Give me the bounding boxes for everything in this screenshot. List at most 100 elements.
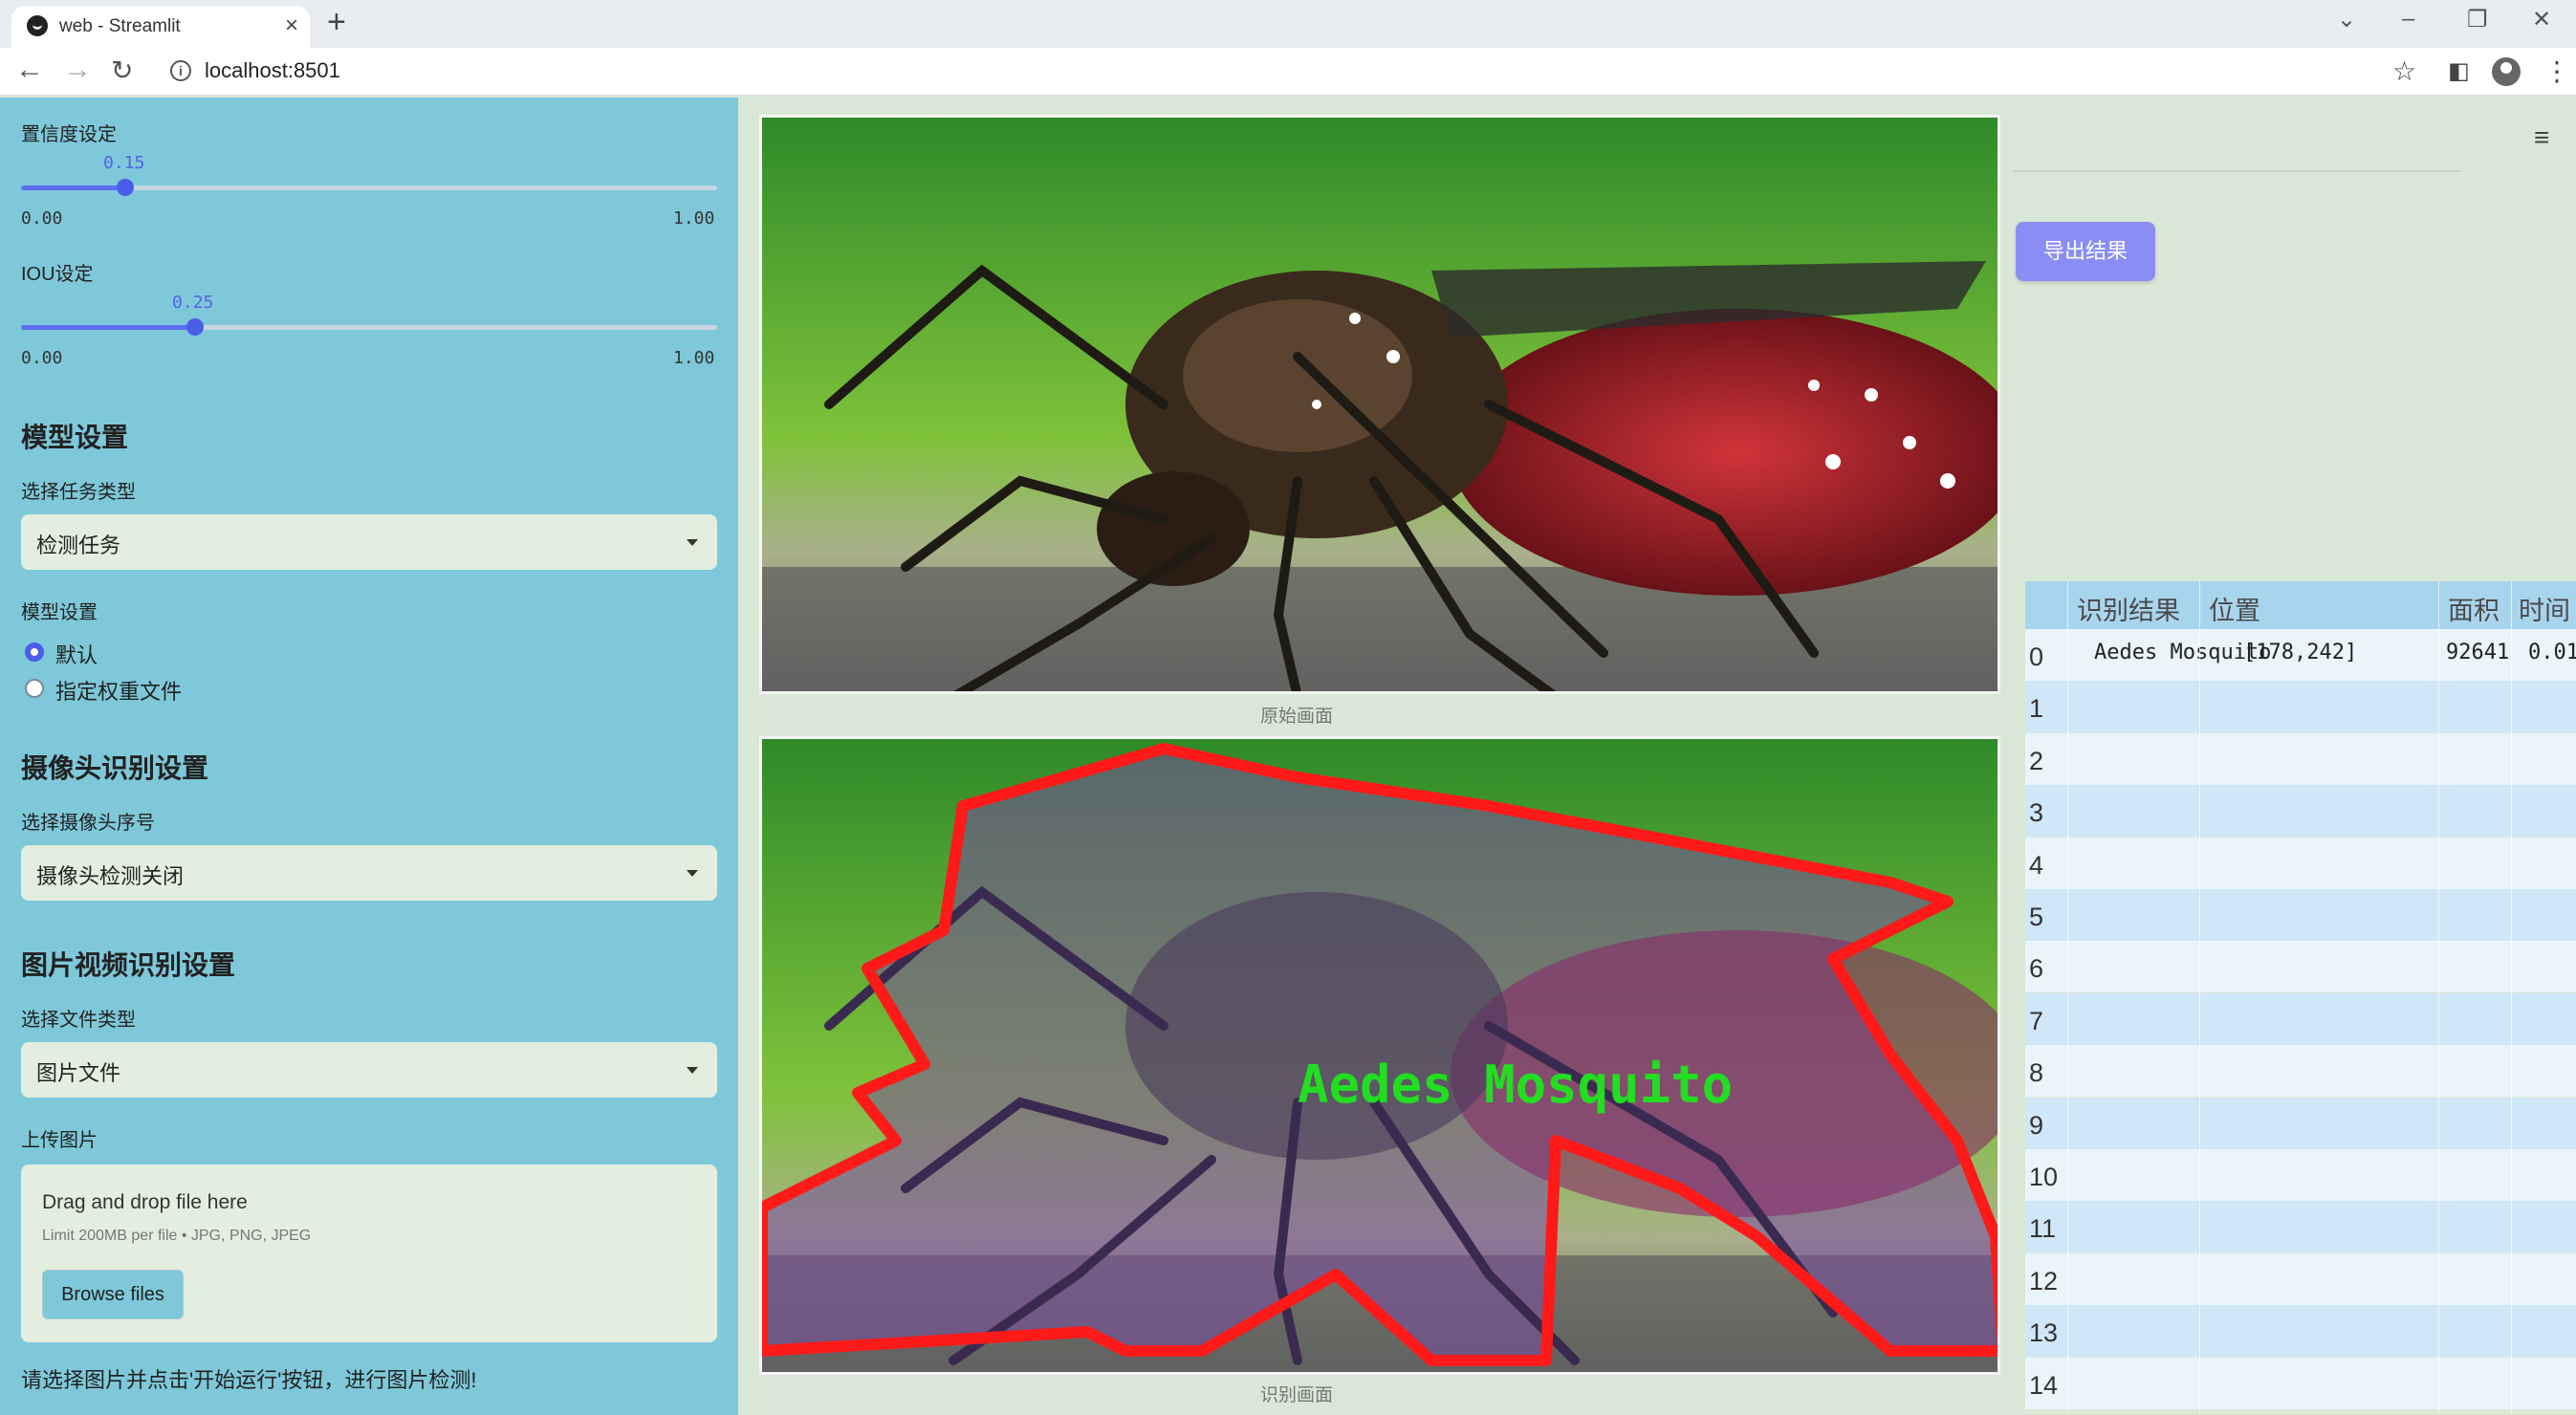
confidence-max: 1.00 bbox=[673, 208, 715, 229]
task-type-label: 选择任务类型 bbox=[21, 482, 136, 503]
table-row[interactable]: 7 bbox=[2025, 992, 2576, 1045]
table-row[interactable]: 0 Aedes Mosquito [178,242] 92641 0.01 bbox=[2025, 629, 2576, 681]
sidebar: 置信度设定 0.15 0.00 1.00 IOU设定 0.25 0.00 1.0… bbox=[0, 98, 738, 1415]
confidence-label: 置信度设定 bbox=[21, 124, 117, 145]
table-row[interactable]: 13 bbox=[2025, 1305, 2576, 1358]
row-index: 14 bbox=[2029, 1370, 2059, 1400]
table-row[interactable]: 5 bbox=[2025, 889, 2576, 941]
camera-index-select[interactable]: 摄像头检测关闭 bbox=[21, 845, 717, 901]
radio-custom-weights-label: 指定权重文件 bbox=[55, 680, 183, 704]
table-row[interactable]: 11 bbox=[2025, 1201, 2576, 1253]
row-index: 6 bbox=[2029, 954, 2044, 984]
iou-slider[interactable] bbox=[21, 318, 717, 336]
detection-label: Aedes Mosquito bbox=[1298, 1055, 1733, 1115]
chevron-down-icon bbox=[687, 1067, 698, 1074]
file-dropzone[interactable]: Drag and drop file here Limit 200MB per … bbox=[21, 1165, 717, 1342]
th-time[interactable]: 时间 bbox=[2519, 590, 2570, 627]
row-index: 11 bbox=[2029, 1214, 2057, 1244]
browse-files-button[interactable]: Browse files bbox=[42, 1270, 184, 1319]
side-panel-icon[interactable]: ◧ bbox=[2448, 57, 2470, 85]
confidence-slider-fill bbox=[21, 185, 126, 190]
camera-index-value: 摄像头检测关闭 bbox=[36, 864, 185, 888]
table-row[interactable]: 12 bbox=[2025, 1252, 2576, 1305]
hint-text: 请选择图片并点击'开始运行'按钮，进行图片检测! bbox=[21, 1368, 477, 1392]
export-results-button[interactable]: 导出结果 bbox=[2016, 222, 2155, 281]
table-row[interactable]: 2 bbox=[2025, 732, 2576, 785]
restore-icon[interactable]: ❐ bbox=[2467, 6, 2488, 33]
table-row[interactable]: 3 bbox=[2025, 785, 2576, 838]
task-type-value: 检测任务 bbox=[36, 533, 121, 557]
bookmark-star-icon[interactable]: ☆ bbox=[2392, 55, 2416, 87]
forward-icon[interactable]: → bbox=[63, 54, 92, 86]
confidence-slider[interactable] bbox=[21, 179, 717, 196]
file-section-title: 图片视频识别设置 bbox=[21, 950, 236, 980]
iou-value: 0.25 bbox=[172, 293, 214, 313]
cell-area: 92641 bbox=[2446, 641, 2510, 664]
browser-tab[interactable]: web - Streamlit × bbox=[11, 6, 310, 48]
iou-min: 0.00 bbox=[21, 348, 63, 368]
dropzone-limit: Limit 200MB per file • JPG, PNG, JPEG bbox=[42, 1228, 312, 1244]
camera-index-label: 选择摄像头序号 bbox=[21, 813, 155, 834]
iou-max: 1.00 bbox=[673, 348, 715, 368]
radio-default[interactable] bbox=[25, 642, 44, 662]
hamburger-menu-icon[interactable]: ≡ bbox=[2534, 122, 2549, 153]
close-window-icon[interactable]: ✕ bbox=[2532, 6, 2551, 33]
table-row[interactable]: 10 bbox=[2025, 1149, 2576, 1201]
file-type-select[interactable]: 图片文件 bbox=[21, 1042, 717, 1098]
result-image-caption: 识别画面 bbox=[1260, 1385, 1334, 1405]
table-row[interactable]: 1 bbox=[2025, 681, 2576, 733]
task-type-select[interactable]: 检测任务 bbox=[21, 514, 717, 570]
column-separator bbox=[2438, 581, 2439, 1413]
browser-toolbar: ← → ↻ i localhost:8501 ☆ ◧ ⋮ bbox=[0, 48, 2576, 96]
chevron-down-icon bbox=[687, 870, 698, 877]
th-result[interactable]: 识别结果 bbox=[2077, 590, 2180, 627]
minimize-icon[interactable]: – bbox=[2402, 6, 2414, 33]
file-type-value: 图片文件 bbox=[36, 1061, 121, 1085]
column-separator bbox=[2511, 581, 2512, 1413]
row-index: 10 bbox=[2029, 1163, 2059, 1191]
table-row[interactable]: 9 bbox=[2025, 1097, 2576, 1149]
original-image-caption: 原始画面 bbox=[1260, 707, 1334, 727]
th-position[interactable]: 位置 bbox=[2209, 590, 2260, 627]
site-info-icon[interactable]: i bbox=[170, 60, 191, 81]
radio-default-label: 默认 bbox=[55, 643, 98, 667]
radio-custom-weights[interactable] bbox=[25, 679, 44, 698]
tab-search-chevron-icon[interactable]: ⌄ bbox=[2337, 6, 2356, 33]
iou-slider-thumb[interactable] bbox=[186, 318, 204, 336]
confidence-slider-thumb[interactable] bbox=[117, 179, 135, 196]
iou-slider-fill bbox=[21, 325, 195, 330]
tab-title: web - Streamlit bbox=[59, 16, 181, 36]
column-separator bbox=[2067, 581, 2068, 1413]
table-row[interactable]: 6 bbox=[2025, 941, 2576, 993]
row-index: 13 bbox=[2029, 1318, 2059, 1348]
profile-avatar[interactable] bbox=[2492, 57, 2521, 86]
dropzone-title: Drag and drop file here bbox=[42, 1191, 248, 1213]
row-index: 7 bbox=[2029, 1006, 2044, 1035]
browser-menu-icon[interactable]: ⋮ bbox=[2543, 55, 2570, 87]
model-section-title: 模型设置 bbox=[21, 423, 129, 452]
model-setting-label: 模型设置 bbox=[21, 602, 98, 623]
cell-position: [178,242] bbox=[2243, 641, 2358, 664]
row-index: 5 bbox=[2029, 903, 2044, 931]
result-image: Aedes Mosquito bbox=[759, 736, 2000, 1375]
table-row[interactable]: 8 bbox=[2025, 1045, 2576, 1098]
confidence-min: 0.00 bbox=[21, 208, 63, 229]
tab-close-icon[interactable]: × bbox=[285, 12, 298, 39]
results-table-header: 识别结果 位置 面积 时间 bbox=[2025, 581, 2576, 629]
th-area[interactable]: 面积 bbox=[2448, 590, 2500, 627]
reload-icon[interactable]: ↻ bbox=[111, 54, 133, 86]
upload-label: 上传图片 bbox=[21, 1130, 98, 1151]
row-index: 9 bbox=[2029, 1110, 2044, 1140]
table-row[interactable]: 4 bbox=[2025, 837, 2576, 889]
back-icon[interactable]: ← bbox=[15, 54, 44, 86]
table-row[interactable]: 14 bbox=[2025, 1357, 2576, 1409]
chevron-down-icon bbox=[687, 539, 698, 546]
row-index: 8 bbox=[2029, 1058, 2044, 1088]
row-index: 4 bbox=[2029, 850, 2044, 880]
row-index: 12 bbox=[2029, 1266, 2059, 1295]
address-bar[interactable]: localhost:8501 bbox=[205, 58, 340, 83]
confidence-value: 0.15 bbox=[103, 153, 145, 173]
row-index: 3 bbox=[2029, 798, 2044, 828]
original-image bbox=[759, 115, 2000, 694]
new-tab-icon[interactable]: + bbox=[327, 4, 346, 41]
